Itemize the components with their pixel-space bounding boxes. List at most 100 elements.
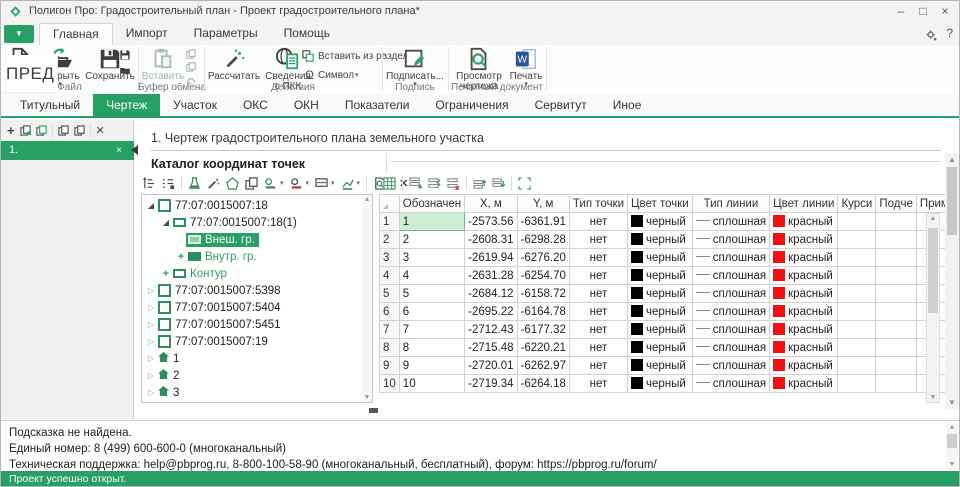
scroll-up-icon[interactable]: ▲ <box>946 424 958 431</box>
add-page-icon[interactable]: + <box>7 123 15 138</box>
cell-point-type[interactable]: нет <box>569 375 627 393</box>
copy-undo-buttons[interactable] <box>186 49 196 85</box>
cell-line-type[interactable]: сплошная <box>692 339 769 357</box>
tree-node[interactable]: Внеш. гр. <box>186 233 259 247</box>
tree-node[interactable]: 77:07:0015007:18 <box>156 198 272 213</box>
cell-line-color[interactable]: красный <box>770 357 838 375</box>
cell-x[interactable]: -2720.01 <box>465 357 517 375</box>
tree-item-1[interactable]: ◢77:07:0015007:18 <box>142 197 362 214</box>
cell-underline[interactable] <box>876 375 917 393</box>
cell-underline[interactable] <box>876 249 917 267</box>
expander-closed-icon[interactable]: ▷ <box>146 388 156 397</box>
menu-tab-1[interactable]: Главная <box>39 23 113 45</box>
row-number[interactable]: 5 <box>380 285 400 303</box>
cell-line-type[interactable]: сплошная <box>692 249 769 267</box>
column-header-3[interactable]: Y, м <box>517 195 569 213</box>
expander-plus-icon[interactable]: + <box>176 251 186 263</box>
expander-open-icon[interactable]: ◢ <box>146 201 156 210</box>
dropdown-arrow[interactable]: ▾ <box>280 179 284 187</box>
cell-y[interactable]: -6177.32 <box>517 321 569 339</box>
section-tab-4[interactable]: ОКС <box>230 94 281 116</box>
cell-y[interactable]: -6298.28 <box>517 231 569 249</box>
cell-y[interactable]: -6264.18 <box>517 375 569 393</box>
cell-point-type[interactable]: нет <box>569 213 627 231</box>
copy-node-icon[interactable] <box>245 177 258 190</box>
cell-label[interactable]: 9 <box>399 357 464 375</box>
table-scrollbar[interactable]: ▲ ▼ <box>926 213 940 403</box>
cell-italic[interactable] <box>838 249 876 267</box>
cell-line-type[interactable]: сплошная <box>692 357 769 375</box>
scroll-up-icon[interactable]: ▲ <box>363 196 371 203</box>
row-number[interactable]: 9 <box>380 357 400 375</box>
cell-line-type[interactable]: сплошная <box>692 285 769 303</box>
cell-label[interactable]: 1 <box>399 213 464 231</box>
section-tab-7[interactable]: Ограничения <box>422 94 521 116</box>
cell-point-type[interactable]: нет <box>569 231 627 249</box>
tree-item-9[interactable]: ▷77:07:0015007:19 <box>142 333 362 350</box>
section-tab-9[interactable]: Иное <box>600 94 655 116</box>
column-header-5[interactable]: Цвет точки <box>628 195 693 213</box>
cell-point-type[interactable]: нет <box>569 357 627 375</box>
cell-label[interactable]: 3 <box>399 249 464 267</box>
renumber-icon[interactable] <box>143 177 156 190</box>
tree-node[interactable]: 77:07:0015007:5451 <box>156 317 285 332</box>
section-tab-5[interactable]: ОКН <box>281 94 332 116</box>
numbered-list-icon[interactable] <box>162 177 175 190</box>
page-scrollbar[interactable]: ▲ ▼ <box>945 153 959 409</box>
cell-line-color[interactable]: красный <box>770 249 838 267</box>
row-number[interactable]: 7 <box>380 321 400 339</box>
cell-point-color[interactable]: черный <box>628 303 693 321</box>
expander-plus-icon[interactable]: + <box>161 268 171 280</box>
dropdown-arrow[interactable]: ▾ <box>357 179 361 187</box>
cell-y[interactable]: -6158.72 <box>517 285 569 303</box>
section-tab-1[interactable]: Титульный <box>7 94 93 116</box>
duplicate-icon[interactable] <box>58 125 69 136</box>
help-icon[interactable]: ? <box>946 26 953 40</box>
close-button[interactable]: × <box>937 3 953 19</box>
expander-closed-icon[interactable]: ▷ <box>146 320 156 329</box>
scroll-thumb[interactable] <box>947 167 957 235</box>
cell-label[interactable]: 8 <box>399 339 464 357</box>
scroll-up-icon[interactable]: ▲ <box>927 215 939 222</box>
minimize-button[interactable]: – <box>893 3 909 19</box>
duplicate-all-icon[interactable] <box>74 125 85 136</box>
cell-line-color[interactable]: красный <box>770 321 838 339</box>
parcel-icon[interactable] <box>226 177 239 190</box>
tree-node[interactable]: 1 <box>156 351 183 366</box>
cell-x[interactable]: -2684.12 <box>465 285 517 303</box>
cell-italic[interactable] <box>838 213 876 231</box>
cell-underline[interactable] <box>876 303 917 321</box>
cell-label[interactable]: 4 <box>399 267 464 285</box>
dropdown-arrow[interactable]: ▾ <box>306 179 310 187</box>
row-number[interactable]: 2 <box>380 231 400 249</box>
cell-line-type[interactable]: сплошная <box>692 213 769 231</box>
cell-line-type[interactable]: сплошная <box>692 303 769 321</box>
help-scrollbar[interactable]: ▲ ▼ <box>946 423 958 469</box>
cell-label[interactable]: 7 <box>399 321 464 339</box>
tree-item-2[interactable]: ◢77:07:0015007:18(1) <box>142 214 362 231</box>
cell-underline[interactable] <box>876 267 917 285</box>
cell-underline[interactable] <box>876 321 917 339</box>
cell-x[interactable]: -2712.43 <box>465 321 517 339</box>
cell-underline[interactable] <box>876 285 917 303</box>
cell-y[interactable]: -6262.97 <box>517 357 569 375</box>
cell-line-type[interactable]: сплошная <box>692 267 769 285</box>
expander-closed-icon[interactable]: ▷ <box>146 286 156 295</box>
tree-item-4[interactable]: +Внутр. гр. <box>142 248 362 265</box>
cell-point-color[interactable]: черный <box>628 231 693 249</box>
tree-item-11[interactable]: ▷2 <box>142 367 362 384</box>
scroll-thumb[interactable] <box>947 434 957 448</box>
save-as-buttons[interactable] <box>119 49 131 76</box>
line-color-icon[interactable] <box>341 177 354 190</box>
cell-point-color[interactable]: черный <box>628 321 693 339</box>
section-tab-2[interactable]: Чертеж <box>93 94 160 116</box>
row-number[interactable]: 10 <box>380 375 400 393</box>
column-header-1[interactable]: Обозначен <box>399 195 464 213</box>
cell-y[interactable]: -6164.78 <box>517 303 569 321</box>
tree-item-10[interactable]: ▷1 <box>142 350 362 367</box>
cell-x[interactable]: -2631.28 <box>465 267 517 285</box>
cell-line-type[interactable]: сплошная <box>692 231 769 249</box>
cell-label[interactable]: 2 <box>399 231 464 249</box>
cell-italic[interactable] <box>838 231 876 249</box>
cell-point-type[interactable]: нет <box>569 303 627 321</box>
